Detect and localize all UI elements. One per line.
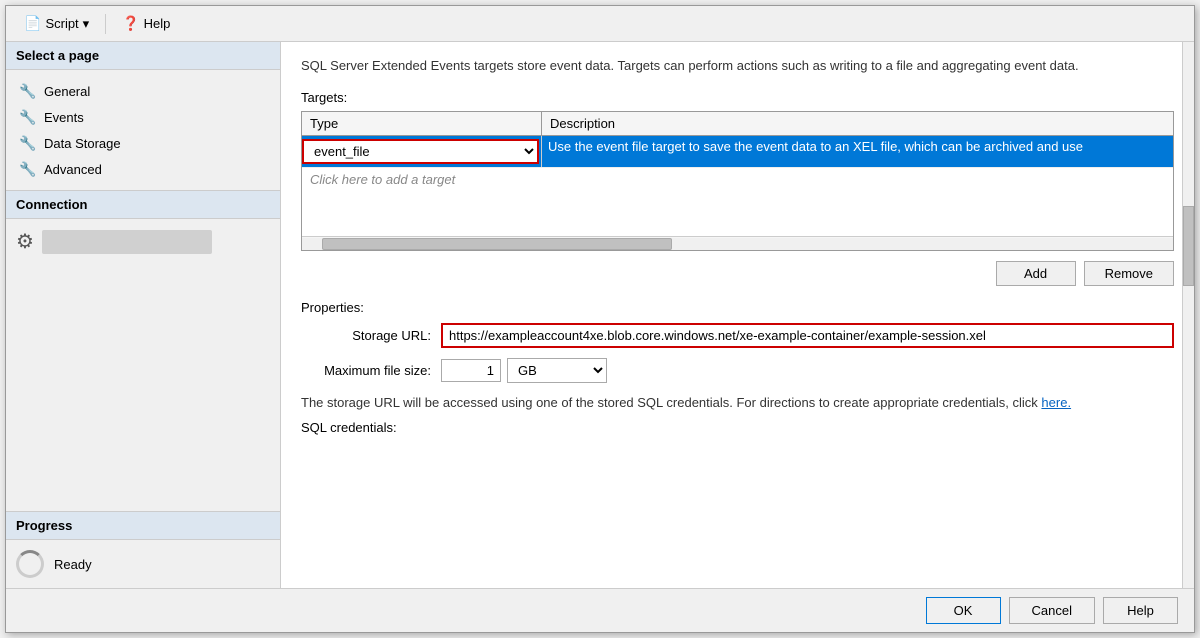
add-button[interactable]: Add — [996, 261, 1076, 286]
targets-table: Type Description event_file Use the even… — [301, 111, 1174, 251]
storage-url-value — [441, 323, 1174, 348]
sidebar-item-events[interactable]: 🔧 Events — [6, 104, 280, 130]
scrollbar-thumb[interactable] — [322, 238, 672, 250]
connection-icon: ⚙ — [16, 229, 34, 254]
col-type-header: Type — [302, 112, 542, 135]
data-storage-icon: 🔧 — [20, 135, 36, 151]
vertical-scrollbar-thumb[interactable] — [1183, 206, 1194, 286]
horizontal-scrollbar[interactable] — [302, 236, 1173, 250]
toolbar-separator — [105, 14, 106, 34]
description-text: SQL Server Extended Events targets store… — [301, 56, 1174, 76]
select-page-header: Select a page — [6, 42, 280, 70]
left-panel: Select a page 🔧 General 🔧 Events 🔧 Data … — [6, 42, 281, 588]
sql-credentials-label: SQL credentials: — [301, 420, 1174, 435]
add-target-placeholder[interactable]: Click here to add a target — [302, 168, 1173, 191]
progress-spinner — [16, 550, 44, 578]
general-icon: 🔧 — [20, 83, 36, 99]
here-link[interactable]: here. — [1041, 395, 1071, 410]
targets-label: Targets: — [301, 90, 1174, 105]
connection-body: ⚙ — [6, 219, 280, 264]
events-icon: 🔧 — [20, 109, 36, 125]
properties-section: Properties: Storage URL: Maximum file si… — [301, 300, 1174, 436]
advanced-icon: 🔧 — [20, 161, 36, 177]
connection-header: Connection — [6, 191, 280, 219]
targets-table-body: event_file Use the event file target to … — [302, 136, 1173, 236]
help-icon — [122, 15, 139, 32]
scrollbar-track — [302, 238, 1173, 250]
sidebar-item-label: Events — [44, 110, 84, 125]
sidebar-item-data-storage[interactable]: 🔧 Data Storage — [6, 130, 280, 156]
properties-label: Properties: — [301, 300, 1174, 315]
info-text: The storage URL will be accessed using o… — [301, 393, 1174, 413]
help-label: Help — [144, 16, 171, 31]
targets-table-header: Type Description — [302, 112, 1173, 136]
type-dropdown-wrapper[interactable]: event_file — [302, 139, 539, 164]
max-file-size-label: Maximum file size: — [301, 363, 441, 378]
progress-body: Ready — [6, 540, 280, 588]
footer: OK Cancel Help — [6, 588, 1194, 632]
sidebar-item-label: General — [44, 84, 90, 99]
add-remove-buttons: Add Remove — [301, 255, 1174, 292]
right-panel: SQL Server Extended Events targets store… — [281, 42, 1194, 588]
file-size-controls: KB MB GB TB — [441, 358, 1174, 383]
storage-url-input[interactable] — [441, 323, 1174, 348]
storage-url-row: Storage URL: — [301, 323, 1174, 348]
type-select[interactable]: event_file — [304, 141, 537, 162]
type-cell: event_file — [302, 136, 542, 167]
script-icon — [24, 15, 41, 32]
file-size-unit-select[interactable]: KB MB GB TB — [507, 358, 607, 383]
ok-button[interactable]: OK — [926, 597, 1001, 624]
script-label: Script — [45, 16, 78, 31]
info-text-before-link: The storage URL will be accessed using o… — [301, 395, 1041, 410]
progress-header: Progress — [6, 512, 280, 540]
progress-status: Ready — [54, 557, 92, 572]
dialog: Script Help Select a page 🔧 General 🔧 Ev… — [5, 5, 1195, 633]
description-cell: Use the event file target to save the ev… — [542, 136, 1173, 167]
nav-items: 🔧 General 🔧 Events 🔧 Data Storage 🔧 Adva… — [6, 70, 280, 190]
script-button[interactable]: Script — [16, 12, 97, 35]
sidebar-item-general[interactable]: 🔧 General — [6, 78, 280, 104]
max-file-size-row: Maximum file size: KB MB GB TB — [301, 358, 1174, 383]
storage-url-label: Storage URL: — [301, 328, 441, 343]
footer-help-button[interactable]: Help — [1103, 597, 1178, 624]
sidebar-item-label: Data Storage — [44, 136, 121, 151]
connection-placeholder — [42, 230, 212, 254]
progress-section: Progress Ready — [6, 511, 280, 588]
connection-section: Connection ⚙ — [6, 190, 280, 264]
sidebar-item-advanced[interactable]: 🔧 Advanced — [6, 156, 280, 182]
help-button[interactable]: Help — [114, 12, 178, 35]
table-row[interactable]: event_file Use the event file target to … — [302, 136, 1173, 168]
vertical-scrollbar[interactable] — [1182, 42, 1194, 588]
file-size-input[interactable] — [441, 359, 501, 382]
script-dropdown-arrow — [83, 16, 90, 32]
main-content: Select a page 🔧 General 🔧 Events 🔧 Data … — [6, 42, 1194, 588]
col-description-header: Description — [542, 112, 1173, 135]
toolbar: Script Help — [6, 6, 1194, 42]
remove-button[interactable]: Remove — [1084, 261, 1174, 286]
cancel-button[interactable]: Cancel — [1009, 597, 1095, 624]
sidebar-item-label: Advanced — [44, 162, 102, 177]
